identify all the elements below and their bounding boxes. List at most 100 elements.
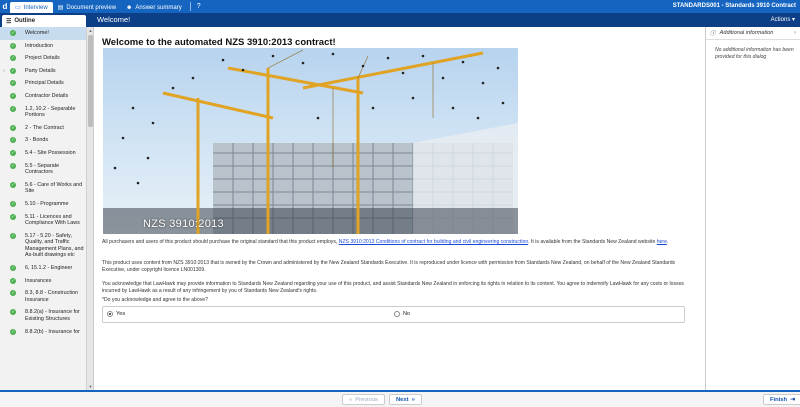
document-icon: ▤ [57, 5, 64, 11]
previous-button[interactable]: « Previous [342, 394, 385, 405]
check-icon: ✓ [10, 328, 16, 335]
sidebar-scrollbar[interactable]: ▲ ▼ [86, 27, 93, 390]
tab-document-preview[interactable]: ▤ Document preview [53, 2, 121, 13]
cranes-illustration [103, 49, 518, 234]
outline-item-label: 8.8.2(a) - Insurance for Existing Struct… [25, 309, 80, 323]
previous-label: Previous [355, 396, 378, 403]
website-link[interactable]: here [657, 239, 667, 245]
outline-item-label: Welcome! [25, 30, 49, 36]
outline-item-label: 5.5 - Separate Contractors [25, 162, 60, 176]
outline-item-label: 5.10 - Programme [25, 200, 69, 207]
check-icon: ✓ [10, 162, 16, 169]
hero-image: NZS 3910:2013 [103, 48, 518, 234]
outline-item-label: 2 - The Contract [25, 124, 64, 131]
outline-tab[interactable]: ☰ Outline [2, 15, 86, 27]
main-content: Welcome to the automated NZS 3910:2013 c… [95, 27, 705, 390]
outline-item-label: 5.6 - Care of Works and Site [25, 181, 83, 195]
outline-item[interactable]: ✓ 6, 15.1.2 - Engineer [0, 262, 86, 275]
answer-group: Yes No [102, 306, 685, 323]
outline-item[interactable]: ✓ Insurances [0, 275, 86, 288]
monitor-icon: ▭ [15, 5, 21, 11]
outline-item-label: Introduction [25, 42, 54, 49]
check-icon: ✓ [10, 200, 16, 207]
outline-item[interactable]: ✓ Contractor Details [0, 90, 86, 103]
additional-info-header[interactable]: ⓘ Additional information › [706, 27, 800, 40]
check-icon: ✓ [10, 290, 16, 297]
sub-bar: ☰ Outline Welcome! Actions ▾ [0, 13, 800, 27]
outline-item[interactable]: ✓ Welcome! [0, 27, 86, 40]
outline-item-label: Project Details [25, 55, 60, 62]
outline-item[interactable]: ✓ 8.3, 8.8 - Construction Insurance [0, 287, 86, 306]
chevron-right-icon[interactable]: › [3, 68, 5, 75]
divider [189, 2, 191, 11]
tab-label: Answer summary [135, 4, 182, 11]
text: . It is available from the Standards New… [528, 239, 657, 245]
scrollbar-thumb[interactable] [88, 35, 93, 127]
tab-interview[interactable]: ▭ Interview [10, 2, 53, 13]
no-radio[interactable] [394, 311, 400, 317]
outline-item[interactable]: ✓ 3 - Bonds [0, 134, 86, 147]
next-button[interactable]: Next » [389, 394, 422, 405]
additional-info-title: Additional information [719, 30, 774, 36]
chevron-right-icon[interactable]: › [794, 30, 796, 36]
additional-info-body: No additional information has been provi… [715, 47, 794, 60]
yes-radio[interactable] [107, 311, 113, 317]
scroll-up-icon[interactable]: ▲ [87, 27, 93, 34]
outline-item-label: 1.2, 10.2 - Separable Portions [25, 105, 76, 119]
tab-label: Interview [23, 4, 48, 11]
outline-item[interactable]: ✓ Project Details [0, 52, 86, 65]
check-icon: ✓ [10, 124, 16, 131]
additional-info-panel: ⓘ Additional information › No additional… [705, 27, 800, 390]
outline-item[interactable]: ✓ 8.8.2(b) - Insurance for [0, 326, 86, 339]
check-icon: ✓ [10, 92, 16, 99]
paragraph-indemnity: You acknowledge that LawHawk may provide… [102, 281, 684, 295]
tab-answer-summary[interactable]: ☻ Answer summary [121, 2, 187, 13]
standard-link[interactable]: NZS 3910:2013 Conditions of contract for… [339, 239, 528, 245]
outline-sidebar: ✓ Welcome! ✓ Introduction ✓ Project Details › ✓… [0, 27, 94, 390]
acknowledge-question: *Do you acknowledge and agree to the abo… [102, 297, 208, 303]
scroll-down-icon[interactable]: ▼ [87, 383, 93, 390]
outline-item[interactable]: ✓ Principal Details [0, 77, 86, 90]
outline-item-label: 5.17 - 5.20 - Safety, Quality, and Traff… [25, 232, 84, 259]
no-option[interactable]: No [394, 311, 410, 317]
outline-item-label: 6, 15.1.2 - Engineer [25, 265, 73, 272]
yes-option[interactable]: Yes [107, 311, 125, 317]
outline-item[interactable]: ✓ 5.10 - Programme [0, 198, 86, 211]
app-logo: d [2, 2, 8, 11]
finish-button[interactable]: Finish ⇥ [763, 394, 800, 405]
actions-menu[interactable]: Actions ▾ [771, 13, 795, 27]
check-icon: ✓ [10, 277, 16, 284]
outline-item-label: 8.8.2(b) - Insurance for [25, 328, 80, 335]
outline-item[interactable]: ✓ 5.4 - Site Possession [0, 147, 86, 160]
list-icon: ☰ [6, 18, 12, 25]
check-icon: ✓ [10, 42, 16, 49]
check-icon: ✓ [10, 55, 16, 62]
outline-item[interactable]: ✓ 5.17 - 5.20 - Safety, Quality, and Traf… [0, 230, 86, 262]
outline-item-label: Contractor Details [25, 92, 69, 99]
people-icon: ☻ [126, 4, 133, 11]
welcome-title: Welcome to the automated NZS 3910:2013 c… [102, 37, 336, 48]
outline-item[interactable]: ✓ 8.8.2(a) - Insurance for Existing Struc… [0, 306, 86, 325]
check-icon: ✓ [10, 30, 16, 36]
help-button[interactable]: ? [194, 3, 204, 10]
outline-item-label: 8.3, 8.8 - Construction Insurance [25, 290, 79, 303]
page-heading: Welcome! [97, 15, 131, 24]
text: All purchasers and users of this product… [102, 239, 339, 245]
check-icon: ✓ [10, 213, 16, 220]
check-icon: ✓ [10, 181, 16, 188]
info-icon: ⓘ [710, 31, 716, 37]
outline-item-label: Insurances [25, 277, 52, 284]
outline-item[interactable]: ✓ 5.5 - Separate Contractors [0, 160, 86, 179]
outline-item[interactable]: ✓ 5.11 - Licences and Compliance With Law… [0, 211, 86, 230]
outline-item[interactable]: › ✓ Party Details [0, 65, 86, 78]
check-icon: ✓ [10, 232, 16, 239]
double-chevron-right-icon: » [411, 396, 415, 403]
paragraph-licence: This product uses content from NZS 3910:… [102, 260, 676, 274]
outline-item[interactable]: ✓ 1.2, 10.2 - Separable Portions [0, 103, 86, 122]
no-label: No [403, 311, 411, 317]
check-icon: ✓ [10, 105, 16, 112]
outline-item[interactable]: ✓ 2 - The Contract [0, 122, 86, 135]
outline-item[interactable]: ✓ Introduction [0, 40, 86, 53]
outline-item[interactable]: ✓ 5.6 - Care of Works and Site [0, 179, 86, 198]
outline-label: Outline [14, 18, 36, 24]
